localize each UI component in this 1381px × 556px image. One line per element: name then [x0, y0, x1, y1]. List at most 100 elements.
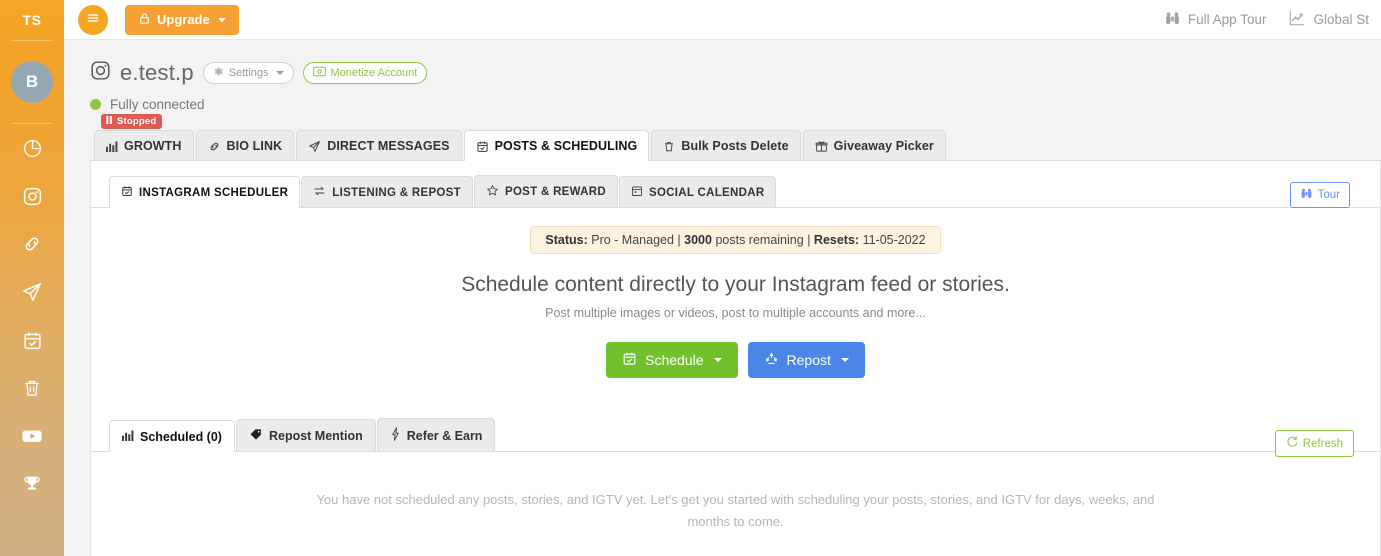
global-stats-link[interactable]: Global St	[1288, 9, 1369, 30]
settings-label: Settings	[228, 67, 269, 79]
tab-posts-scheduling-label: POSTS & SCHEDULING	[494, 139, 638, 153]
status-separator-2: |	[807, 233, 811, 247]
tab-giveaway-picker[interactable]: Giveaway Picker	[802, 130, 946, 160]
tab-bio-link[interactable]: BIO LINK	[195, 130, 295, 160]
chevron-down-icon	[713, 358, 722, 362]
sidebar-item-instagram[interactable]	[0, 172, 64, 220]
account-title-row: e.test.p Settings Monetize Account	[90, 60, 1381, 86]
connection-status-text: Fully connected	[110, 97, 205, 112]
hero-actions: Schedule Repost	[91, 342, 1380, 378]
bolt-icon	[390, 427, 401, 444]
upgrade-label: Upgrade	[157, 12, 210, 27]
page-body: e.test.p Settings Monetize Account Fully…	[64, 40, 1381, 556]
status-badge: Stopped	[101, 114, 163, 129]
sidebar-item-bulk-delete[interactable]	[0, 364, 64, 412]
trophy-icon	[21, 473, 43, 495]
chevron-down-icon	[275, 71, 284, 75]
gear-icon	[213, 66, 224, 80]
scheduled-section: Scheduled (0) Repost Mention Refer & Ear…	[91, 418, 1380, 533]
repost-button[interactable]: Repost	[747, 342, 865, 378]
chevron-down-icon	[217, 17, 226, 22]
tab-bulk-posts-delete-label: Bulk Posts Delete	[681, 139, 789, 153]
paper-plane-icon	[308, 140, 321, 153]
content-card: INSTAGRAM SCHEDULER LISTENING & REPOST P…	[90, 161, 1381, 556]
avatar[interactable]: B	[11, 61, 53, 103]
sidebar-item-giveaway[interactable]	[0, 460, 64, 508]
refresh-label: Refresh	[1302, 437, 1343, 450]
bar-chart-icon	[122, 429, 134, 444]
full-app-tour-label: Full App Tour	[1187, 12, 1267, 27]
calendar-check-icon	[622, 351, 637, 369]
money-icon	[312, 66, 326, 80]
sidebar-item-youtube[interactable]	[0, 412, 64, 460]
resets-value: 11-05-2022	[862, 233, 926, 247]
subtab-post-reward-label: POST & REWARD	[504, 186, 606, 198]
status-badge-label: Stopped	[117, 116, 157, 127]
subtab-listening-repost[interactable]: LISTENING & REPOST	[301, 176, 473, 207]
subtab-instagram-scheduler[interactable]: INSTAGRAM SCHEDULER	[109, 176, 301, 208]
btab-scheduled[interactable]: Scheduled (0)	[109, 420, 235, 452]
tab-growth-label: GROWTH	[124, 139, 182, 153]
tab-posts-scheduling[interactable]: POSTS & SCHEDULING	[463, 130, 650, 161]
status-dot-icon	[90, 99, 101, 110]
sub-tab-strip: INSTAGRAM SCHEDULER LISTENING & REPOST P…	[91, 175, 1380, 208]
btab-refer-earn[interactable]: Refer & Earn	[376, 418, 496, 451]
tour-button[interactable]: Tour	[1289, 182, 1350, 208]
repost-label: Repost	[786, 352, 831, 368]
sidebar-item-scheduler[interactable]	[0, 316, 64, 364]
chevron-down-icon	[840, 358, 849, 362]
subtab-social-calendar[interactable]: SOCIAL CALENDAR	[618, 176, 777, 207]
lock-icon	[138, 12, 151, 28]
page-title: e.test.p	[120, 60, 194, 85]
sidebar-logo[interactable]: TS	[0, 0, 64, 40]
link-icon	[21, 233, 43, 255]
posts-remaining-text: posts remaining	[715, 233, 804, 247]
upgrade-button[interactable]: Upgrade	[125, 4, 239, 35]
monetize-account-button[interactable]: Monetize Account	[302, 62, 428, 84]
pause-icon	[106, 116, 113, 127]
empty-state-message: You have not scheduled any posts, storie…	[316, 492, 1155, 529]
btab-repost-mention[interactable]: Repost Mention	[235, 419, 376, 451]
connection-status-row: Fully connected	[90, 97, 1381, 112]
sidebar-item-direct-messages[interactable]	[0, 268, 64, 316]
account-header: e.test.p Settings Monetize Account Fully…	[64, 40, 1381, 112]
schedule-label: Schedule	[645, 352, 704, 368]
left-sidebar: TS B	[0, 0, 64, 556]
binoculars-icon	[1300, 187, 1313, 203]
settings-button[interactable]: Settings	[202, 62, 294, 84]
top-navbar: Upgrade Full App Tour Global St	[64, 0, 1381, 40]
exchange-icon	[313, 185, 326, 200]
resets-label: Resets:	[813, 233, 860, 247]
schedule-button[interactable]: Schedule	[606, 342, 738, 378]
posts-remaining-count: 3000	[684, 233, 712, 247]
subtab-post-reward[interactable]: POST & REWARD	[473, 175, 618, 207]
binoculars-icon	[1164, 10, 1181, 30]
tab-growth[interactable]: Stopped GROWTH	[94, 114, 194, 160]
line-chart-icon	[1288, 9, 1306, 30]
sidebar-item-analytics[interactable]	[0, 124, 64, 172]
sidebar-item-bio-link[interactable]	[0, 220, 64, 268]
sidebar-nav	[0, 124, 64, 508]
status-value: Pro - Managed	[591, 233, 674, 247]
subtab-social-calendar-label: SOCIAL CALENDAR	[648, 186, 765, 199]
trash-icon	[663, 140, 675, 153]
hero-heading: Schedule content directly to your Instag…	[461, 273, 1010, 296]
trash-icon	[22, 378, 42, 398]
monetize-label: Monetize Account	[330, 67, 418, 79]
topbar-links: Full App Tour Global St	[1164, 9, 1369, 30]
tab-bulk-posts-delete[interactable]: Bulk Posts Delete	[651, 130, 801, 160]
scheduled-tab-strip: Scheduled (0) Repost Mention Refer & Ear…	[91, 418, 1380, 452]
hamburger-menu-button[interactable]	[78, 4, 108, 35]
main-column: Upgrade Full App Tour Global St e.test.p…	[64, 0, 1381, 556]
instagram-icon	[22, 186, 43, 207]
full-app-tour-link[interactable]: Full App Tour	[1164, 10, 1267, 30]
tab-direct-messages[interactable]: DIRECT MESSAGES	[296, 130, 462, 160]
refresh-button[interactable]: Refresh	[1274, 430, 1354, 457]
tab-giveaway-picker-label: Giveaway Picker	[833, 139, 934, 153]
link-icon	[208, 140, 221, 153]
tag-icon	[249, 428, 263, 444]
tour-label: Tour	[1317, 189, 1340, 201]
tab-bio-link-label: BIO LINK	[226, 139, 283, 153]
status-separator-1: |	[677, 233, 681, 247]
sidebar-avatar-wrap: B	[0, 41, 64, 123]
